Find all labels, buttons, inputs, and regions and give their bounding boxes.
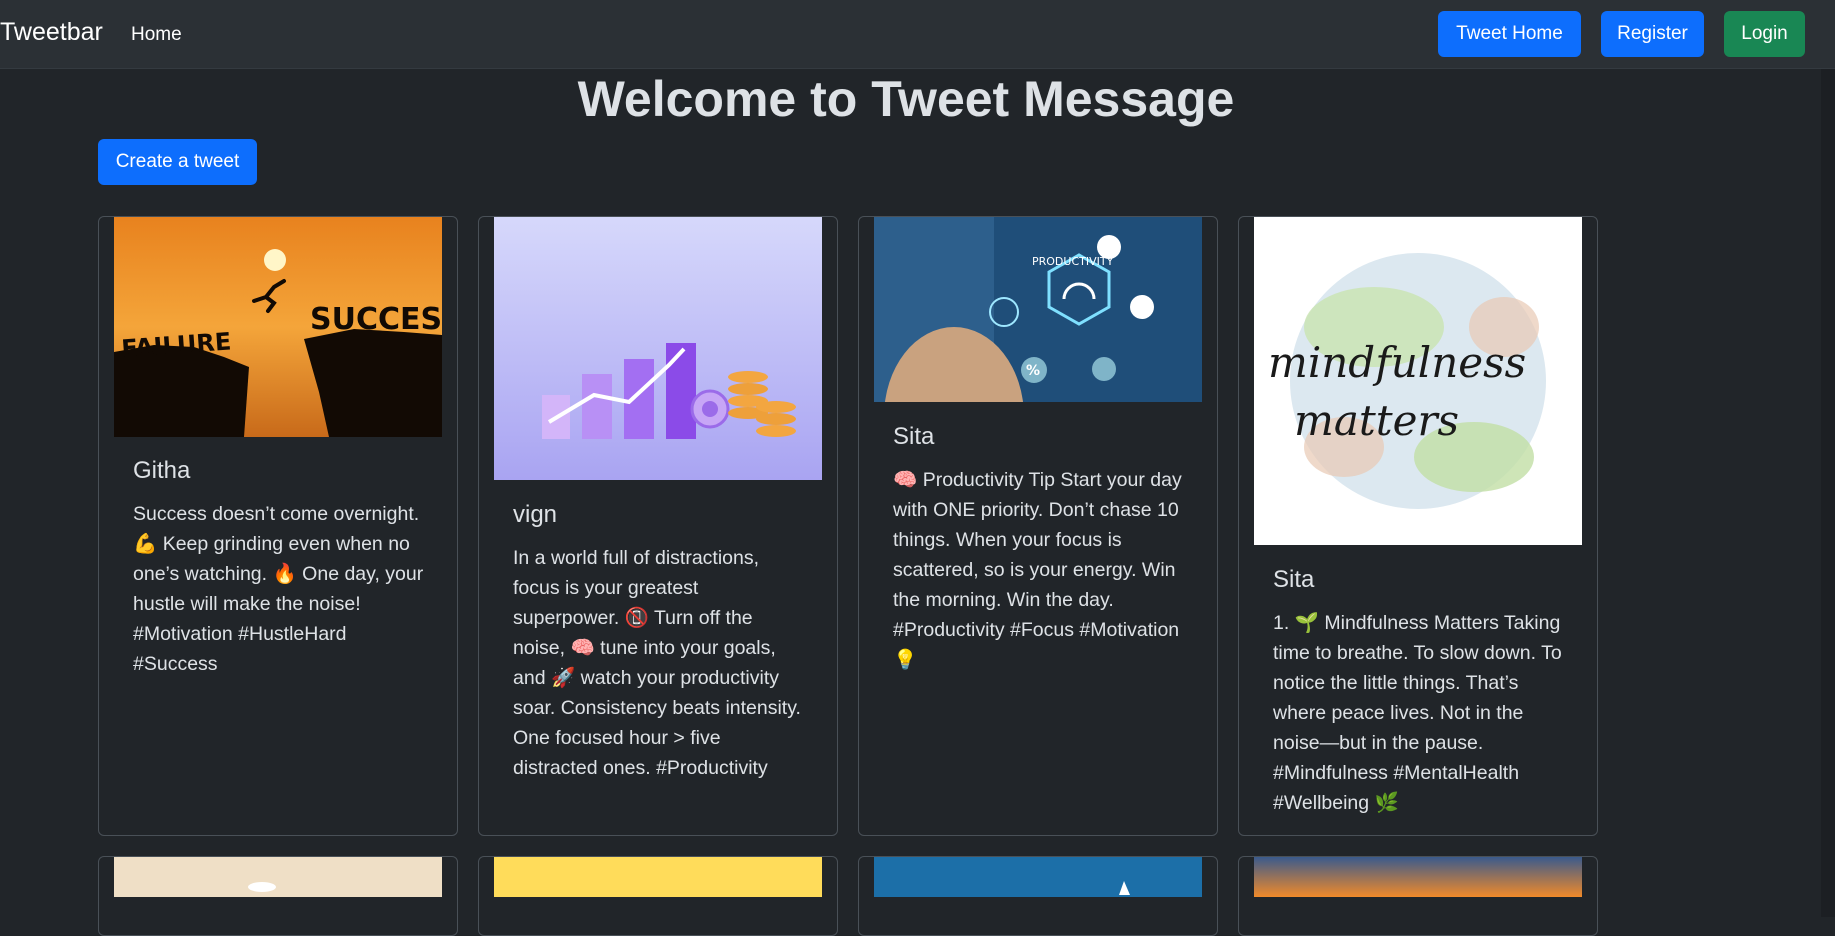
tweet-image [494,857,822,897]
tweet-image-productivity: PRODUCTIVITY % [874,217,1202,402]
tweet-text: In a world full of distractions, focus i… [513,547,801,779]
svg-text:%: % [1026,363,1040,379]
tweet-text: Success doesn’t come overnight. 💪 Keep g… [133,503,424,675]
svg-text:mindfulness: mindfulness [1268,338,1526,387]
tweet-card [478,856,838,936]
tweet-card [98,856,458,936]
tweet-card: FAILURE SUCCESS Githa Success doesn’t co… [98,216,458,836]
login-button[interactable]: Login [1724,11,1805,57]
tweet-image [1254,857,1582,897]
nav-link-home[interactable]: Home [131,24,182,46]
tweet-image-success: FAILURE SUCCESS [114,217,442,437]
svg-text:matters: matters [1294,396,1459,445]
tweet-card: PRODUCTIVITY % Sita 🧠 Productivity Tip S… [858,216,1218,836]
tweet-text: 🧠 Productivity Tip Start your day with O… [893,469,1182,671]
tweet-card: mindfulness matters Sita 1. 🌱 Mindfulnes… [1238,216,1598,836]
tweet-home-button[interactable]: Tweet Home [1438,11,1581,57]
page-title: Welcome to Tweet Message [577,71,1235,127]
tweet-text: 1. 🌱 Mindfulness Matters Taking time to … [1273,612,1562,814]
tweet-image-growth-chart [494,217,822,480]
tweet-image [114,857,442,897]
tweet-image [874,857,1202,897]
tweet-author: Sita [1273,566,1315,593]
tweet-card [858,856,1218,936]
navbar: Tweetbar Home Tweet Home Register Login [0,0,1835,69]
tweet-image-mindfulness: mindfulness matters [1254,217,1582,545]
create-tweet-button[interactable]: Create a tweet [98,139,257,185]
page-scrollbar[interactable] [1821,69,1835,917]
svg-text:SUCCESS: SUCCESS [310,302,442,337]
svg-text:PRODUCTIVITY: PRODUCTIVITY [1032,255,1114,268]
navbar-brand[interactable]: Tweetbar [0,18,103,47]
tweet-author: vign [513,501,558,528]
tweet-author: Githa [133,457,191,484]
tweet-card [1238,856,1598,936]
tweet-card: vign In a world full of distractions, fo… [478,216,838,836]
register-button[interactable]: Register [1601,11,1704,57]
tweet-author: Sita [893,423,935,450]
